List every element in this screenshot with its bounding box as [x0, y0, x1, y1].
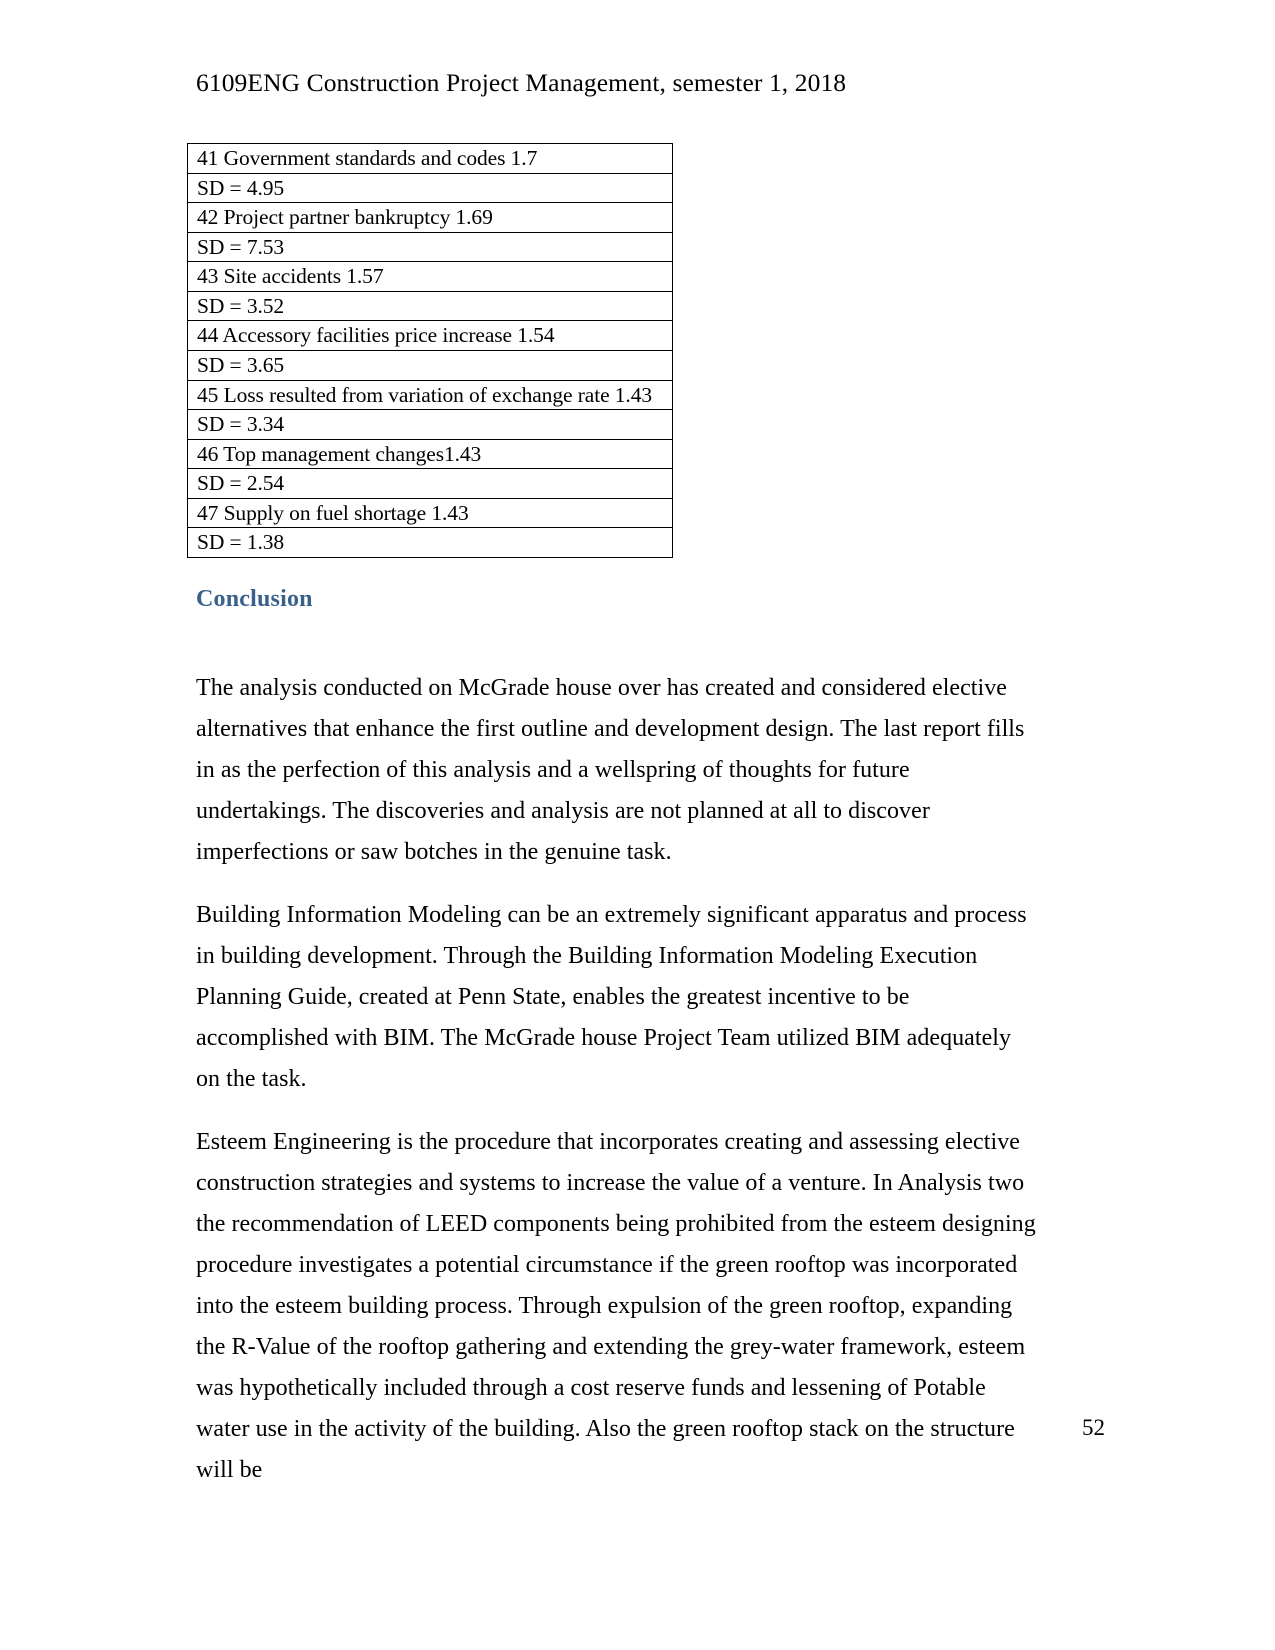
- body-copy: The analysis conducted on McGrade house …: [196, 668, 1041, 1491]
- table-row: SD = 2.54: [187, 468, 673, 499]
- document-page: 6109ENG Construction Project Management,…: [0, 0, 1275, 1650]
- risk-factors-table: 41 Government standards and codes 1.7 SD…: [187, 143, 673, 558]
- table-row: 47 Supply on fuel shortage 1.43: [187, 497, 673, 529]
- risk-label-cell: 46 Top management changes1.43: [187, 438, 673, 470]
- risk-label-cell: 47 Supply on fuel shortage 1.43: [187, 497, 673, 529]
- risk-label-cell: 42 Project partner bankruptcy 1.69: [187, 202, 673, 233]
- section-heading-conclusion: Conclusion: [196, 586, 313, 612]
- risk-sd-cell: SD = 4.95: [187, 172, 673, 204]
- page-header: 6109ENG Construction Project Management,…: [196, 68, 847, 97]
- table-row: 44 Accessory facilities price increase 1…: [187, 320, 673, 351]
- table-row: 45 Loss resulted from variation of excha…: [187, 379, 673, 411]
- table-row: 43 Site accidents 1.57: [187, 261, 673, 292]
- paragraph: Building Information Modeling can be an …: [196, 902, 1027, 1092]
- risk-sd-cell: SD = 2.54: [187, 468, 673, 499]
- table-row: SD = 1.38: [187, 527, 673, 558]
- table-row: SD = 3.34: [187, 409, 673, 440]
- risk-label-cell: 43 Site accidents 1.57: [187, 261, 673, 292]
- table-row: SD = 4.95: [187, 172, 673, 204]
- risk-sd-cell: SD = 3.65: [187, 349, 673, 381]
- table-row: SD = 3.65: [187, 349, 673, 381]
- table-row: 41 Government standards and codes 1.7: [187, 143, 673, 174]
- table-row: 46 Top management changes1.43: [187, 438, 673, 470]
- risk-sd-cell: SD = 3.52: [187, 290, 673, 322]
- table-row: 42 Project partner bankruptcy 1.69: [187, 202, 673, 233]
- risk-label-cell: 44 Accessory facilities price increase 1…: [187, 320, 673, 351]
- paragraph: Esteem Engineering is the procedure that…: [196, 1129, 1036, 1483]
- paragraph: The analysis conducted on McGrade house …: [196, 675, 1025, 865]
- risk-sd-cell: SD = 1.38: [187, 527, 673, 558]
- risk-sd-cell: SD = 7.53: [187, 231, 673, 263]
- page-number: 52: [1082, 1415, 1105, 1440]
- risk-label-cell: 45 Loss resulted from variation of excha…: [187, 379, 673, 411]
- table-row: SD = 7.53: [187, 231, 673, 263]
- table-row: SD = 3.52: [187, 290, 673, 322]
- risk-table-body: 41 Government standards and codes 1.7 SD…: [187, 143, 673, 558]
- risk-label-cell: 41 Government standards and codes 1.7: [187, 143, 673, 174]
- risk-sd-cell: SD = 3.34: [187, 409, 673, 440]
